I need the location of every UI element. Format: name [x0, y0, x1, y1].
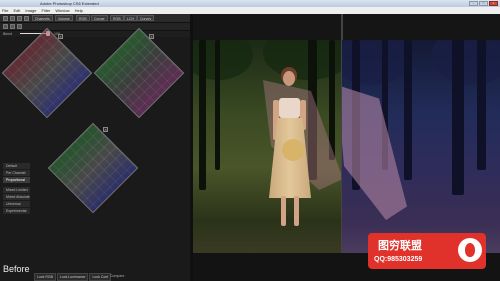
watermark-badge: 图穷联盟 QQ:985303259 — [368, 233, 486, 269]
curve-grid-1[interactable] — [1, 27, 93, 119]
plugin-toolbar: Channels Volume RGB Corner RGB LCH Curve… — [0, 14, 190, 23]
curve-grid-1-gradient — [3, 29, 91, 117]
space-select[interactable]: LCH — [124, 15, 138, 21]
tree-trunk — [477, 40, 486, 170]
compare-label: Compare — [110, 274, 125, 278]
close-icon[interactable]: × — [103, 127, 108, 132]
flame-logo-icon — [458, 238, 482, 262]
menu-file[interactable]: File — [2, 8, 8, 13]
fan-shape — [282, 139, 304, 161]
figure-leg — [281, 196, 286, 226]
curve-grid-3[interactable] — [47, 122, 139, 214]
canopy-shape — [432, 40, 500, 85]
figure-top — [279, 98, 300, 118]
veil-shape — [342, 85, 407, 220]
menu-edit[interactable]: Edit — [13, 8, 20, 13]
curve-grid-3-gradient — [49, 124, 137, 212]
curve-grid-2-gradient — [95, 29, 183, 117]
undo-icon[interactable] — [3, 24, 8, 29]
redo-icon[interactable] — [10, 24, 15, 29]
curve-grid-2-wrap — [93, 27, 185, 119]
mode-item[interactable]: Mixed Limited — [3, 187, 30, 194]
mode-list: Default Per Channel Proportional Mixed L… — [3, 163, 30, 215]
after-image[interactable] — [342, 40, 500, 253]
window-controls: – □ × — [469, 1, 498, 6]
mode-item[interactable]: Per Channel — [3, 170, 30, 177]
tree-trunk — [329, 40, 335, 160]
watermark-title: 图穷联盟 — [378, 240, 422, 252]
bottom-tabs: Lock RGB Lock Luminance Lock Cont — [34, 273, 112, 281]
close-icon[interactable]: × — [58, 34, 63, 39]
minimize-button[interactable]: – — [469, 1, 478, 6]
menu-filter[interactable]: Filter — [41, 8, 50, 13]
figure-head — [283, 71, 295, 86]
menu-image[interactable]: Image — [25, 8, 36, 13]
volume-select[interactable]: Volume — [55, 15, 73, 21]
mode-item[interactable]: Experimental — [3, 208, 30, 215]
watermark-qq: QQ:985303259 — [374, 256, 423, 263]
curve-grid-2[interactable] — [93, 27, 185, 119]
maximize-button[interactable]: □ — [479, 1, 488, 6]
close-button[interactable]: × — [489, 1, 498, 6]
mode-item[interactable]: Default — [3, 163, 30, 170]
mode-item[interactable]: Universal — [3, 201, 30, 208]
grid-icon[interactable] — [3, 16, 8, 21]
before-image[interactable] — [193, 40, 341, 253]
move-icon[interactable] — [10, 16, 15, 21]
flame-shape — [465, 243, 475, 257]
reset-icon[interactable] — [17, 24, 22, 29]
figure-leg — [294, 196, 299, 226]
lock-luminance-button[interactable]: Lock Luminance — [56, 273, 89, 281]
curve-grid-1-wrap — [1, 27, 93, 119]
channel2-select[interactable]: RGB — [76, 15, 90, 21]
tree-trunk — [215, 40, 220, 170]
corner-select[interactable]: Corner — [91, 15, 108, 21]
channel-select[interactable]: Channels — [32, 15, 53, 21]
tree-trunk — [404, 40, 412, 180]
before-label: Before — [3, 264, 30, 274]
mode-item-active[interactable]: Proportional — [3, 177, 30, 184]
menu-help[interactable]: Help — [75, 8, 83, 13]
tree-trunk — [452, 40, 464, 195]
options-bar — [0, 23, 190, 31]
curves-panel: × × Default Per Channel Proportional Mix… — [0, 27, 190, 281]
viewer-top-strip — [193, 14, 500, 40]
menu-bar: File Edit Image Filter Window Help — [0, 7, 500, 14]
curve-grid-3-wrap — [47, 122, 139, 214]
tree-trunk — [199, 40, 206, 190]
curves-button[interactable]: Curves — [137, 15, 155, 21]
add-point-icon[interactable] — [17, 16, 22, 21]
lock-rgb-button[interactable]: Lock RGB — [34, 273, 56, 281]
lock-cont-button[interactable]: Lock Cont — [89, 273, 112, 281]
mode-select[interactable]: RGB — [110, 15, 124, 21]
menu-window[interactable]: Window — [55, 8, 69, 13]
mode-item[interactable]: Mixed Absolute — [3, 194, 30, 201]
remove-point-icon[interactable] — [24, 16, 29, 21]
close-icon[interactable]: × — [149, 34, 154, 39]
window-title: Adobe Photoshop CS6 Extended — [40, 1, 99, 6]
